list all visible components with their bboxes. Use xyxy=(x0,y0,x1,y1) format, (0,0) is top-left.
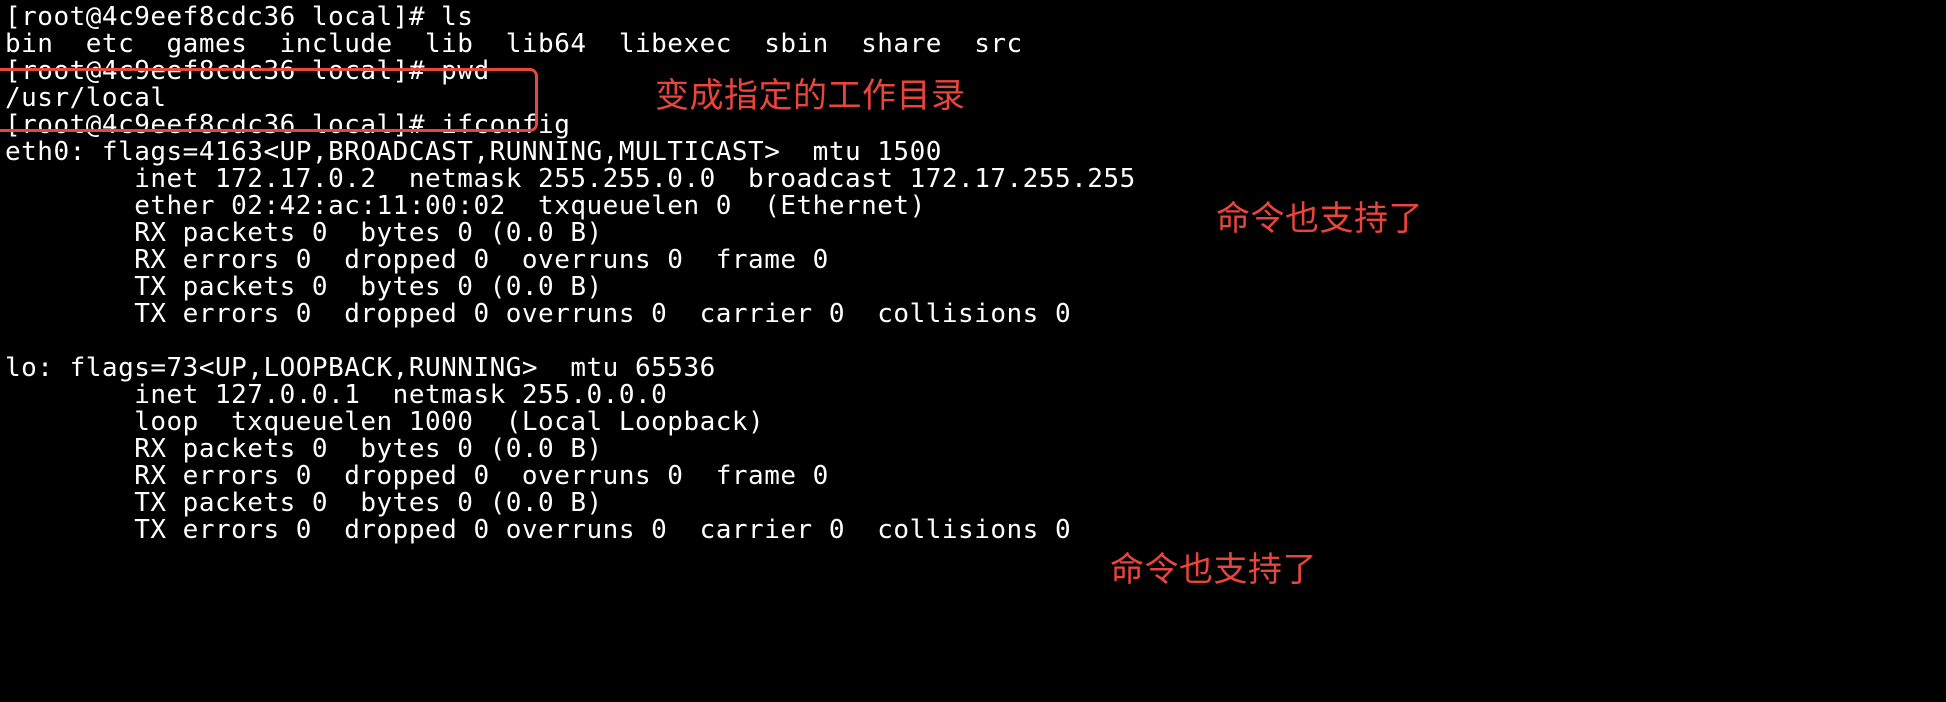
terminal-line-eth0-tx-errors: TX errors 0 dropped 0 overruns 0 carrier… xyxy=(5,299,1072,329)
lo-annotation: 命令也支持了 xyxy=(1110,550,1317,590)
eth0-annotation: 命令也支持了 xyxy=(1216,199,1423,239)
pwd-annotation: 变成指定的工作目录 xyxy=(655,76,966,116)
terminal-window[interactable]: [root@4c9eef8cdc36 local]# ls bin etc ga… xyxy=(0,0,1946,702)
terminal-line-lo-tx-errors: TX errors 0 dropped 0 overruns 0 carrier… xyxy=(5,515,1072,545)
pwd-highlight-box xyxy=(0,68,538,132)
